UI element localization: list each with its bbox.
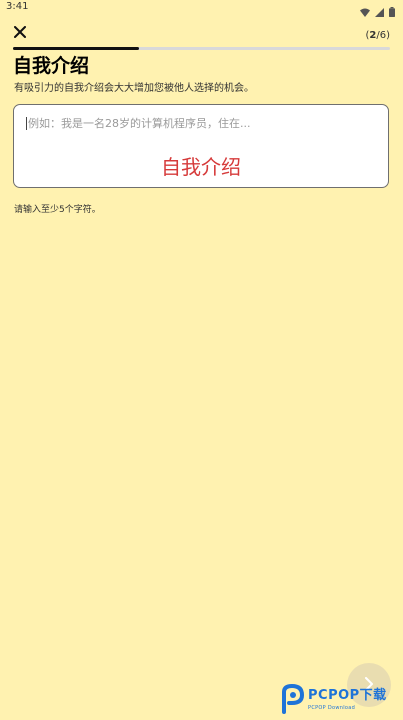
- close-icon: [14, 23, 26, 42]
- close-button[interactable]: [10, 22, 30, 42]
- battery-icon: [389, 2, 395, 21]
- watermark-sub: PCPOP Download: [308, 705, 356, 711]
- status-bar: 3:41: [0, 0, 403, 17]
- watermark-logo-icon: [280, 683, 306, 718]
- intro-textarea[interactable]: 例如：我是一名28岁的计算机程序员，住在... 自我介绍: [13, 104, 389, 188]
- intro-placeholder: 例如：我是一名28岁的计算机程序员，住在...: [28, 117, 251, 130]
- signal-icon: [375, 2, 384, 21]
- watermark-brand: PCPOP下载: [308, 688, 387, 703]
- text-caret: [26, 117, 27, 130]
- status-icons: [360, 2, 395, 21]
- progress-bar: [13, 47, 390, 50]
- step-total: /6): [376, 30, 390, 41]
- page-title: 自我介绍: [13, 55, 90, 77]
- watermark: PCPOP下载 PCPOP Download: [280, 683, 402, 718]
- status-time: 3:41: [6, 1, 29, 12]
- page-subtitle: 有吸引力的自我介绍会大大增加您被他人选择的机会。: [14, 83, 254, 94]
- wifi-icon: [360, 2, 370, 21]
- step-counter: (2/6): [365, 29, 390, 43]
- intro-overlay-label: 自我介绍: [161, 155, 241, 179]
- progress-fill: [13, 47, 139, 50]
- min-length-hint: 请输入至少5个字符。: [14, 205, 101, 215]
